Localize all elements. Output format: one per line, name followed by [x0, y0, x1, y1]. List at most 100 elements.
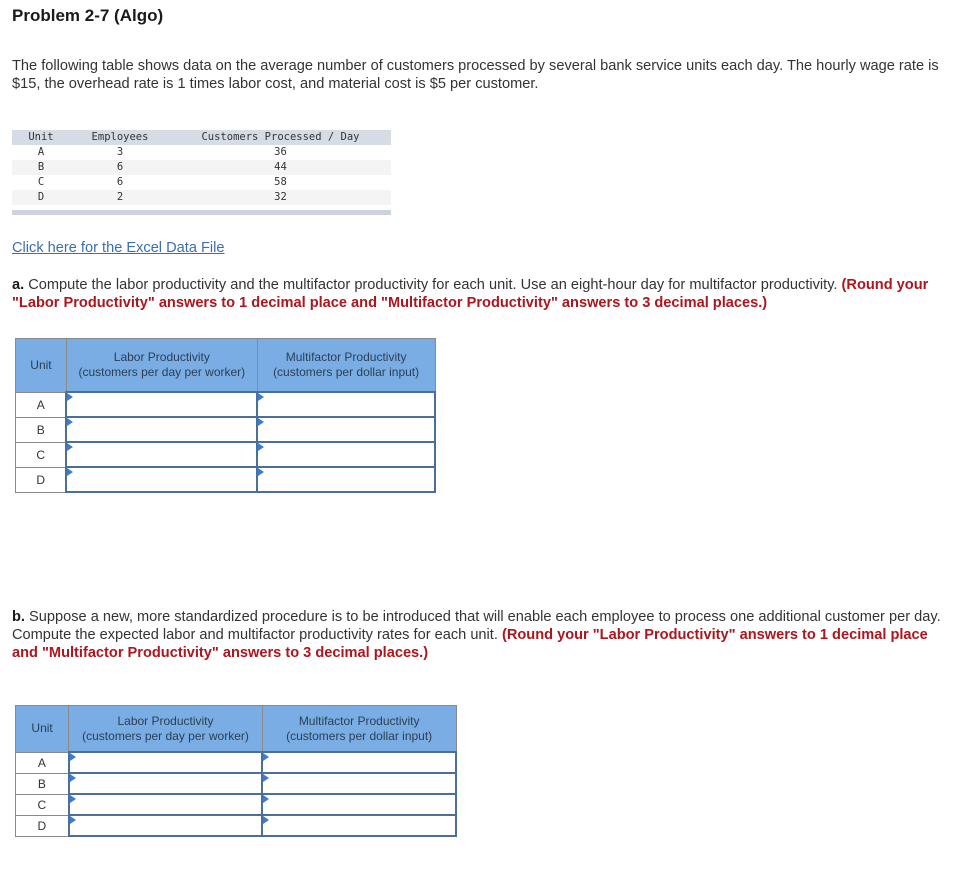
multifactor-productivity-cell[interactable]: [256, 416, 436, 443]
unit-value: C: [37, 176, 45, 188]
labor-productivity-cell[interactable]: [65, 416, 259, 443]
problem-intro: The following table shows data on the av…: [12, 58, 939, 92]
multifactor-productivity-input-c[interactable]: [258, 443, 434, 466]
multifactor-productivity-cell[interactable]: [256, 391, 436, 418]
input-flag-icon: [263, 774, 270, 782]
multifactor-productivity-input-d[interactable]: [258, 468, 434, 491]
multifactor-productivity-cell[interactable]: [261, 793, 457, 816]
input-flag-icon: [258, 393, 265, 401]
unit-label: D: [14, 814, 70, 837]
unit-value: A: [37, 146, 45, 158]
multifactor-productivity-cell[interactable]: [256, 466, 436, 493]
unit-label: B: [14, 772, 70, 795]
input-flag-icon: [67, 418, 74, 426]
customers-value: 58: [274, 176, 287, 188]
answer-row: C: [14, 793, 457, 816]
multifactor-productivity-cell[interactable]: [261, 751, 457, 774]
input-flag-icon: [67, 468, 74, 476]
labor-productivity-input-b[interactable]: [67, 418, 257, 441]
labor-productivity-input-d[interactable]: [67, 468, 257, 491]
answer-header-row: Unit Labor Productivity (customers per d…: [14, 705, 457, 753]
table-row: A 3 36: [12, 145, 391, 160]
multifactor-productivity-input-d[interactable]: [263, 816, 455, 835]
labor-productivity-input-c[interactable]: [69, 795, 262, 814]
multifactor-productivity-input-c[interactable]: [263, 795, 455, 814]
employees-value: 2: [116, 191, 124, 203]
data-table: Unit Employees Customers Processed / Day…: [12, 130, 391, 215]
input-flag-icon: [69, 795, 76, 803]
unit-label: C: [15, 441, 67, 468]
labor-productivity-input-b[interactable]: [69, 774, 262, 793]
employees-value: 3: [116, 146, 124, 158]
labor-productivity-input-d[interactable]: [69, 816, 262, 835]
labor-productivity-cell[interactable]: [65, 441, 259, 468]
answer-row: C: [15, 441, 436, 468]
part-a-answer-table: Unit Labor Productivity (customers per d…: [15, 338, 436, 493]
table-footer-bar: [12, 210, 391, 215]
header-multi-title: Multifactor Productivity: [285, 350, 407, 364]
unit-label: A: [15, 391, 67, 418]
unit-value: D: [37, 191, 45, 203]
table-row: D 2 32: [12, 190, 391, 205]
footer-bar-cell: [12, 210, 391, 215]
part-b-question: b. Suppose a new, more standardized proc…: [12, 608, 942, 662]
employees-value: 6: [116, 176, 124, 188]
multifactor-productivity-input-a[interactable]: [258, 393, 434, 416]
unit-label: A: [14, 751, 70, 774]
labor-productivity-cell[interactable]: [65, 391, 259, 418]
header-unit: Unit: [14, 705, 70, 753]
header-labor-title: Labor Productivity: [117, 713, 214, 728]
input-flag-icon: [263, 753, 270, 761]
input-flag-icon: [263, 795, 270, 803]
data-table-header-row: Unit Employees Customers Processed / Day: [12, 130, 391, 145]
header-employees: Employees: [91, 131, 149, 143]
multifactor-productivity-input-b[interactable]: [263, 774, 455, 793]
input-flag-icon: [258, 468, 265, 476]
part-b-label: b.: [12, 609, 25, 625]
header-multifactor-productivity: Multifactor Productivity (customers per …: [256, 338, 436, 393]
answer-row: B: [14, 772, 457, 795]
multifactor-productivity-cell[interactable]: [261, 772, 457, 795]
part-b-answer-table: Unit Labor Productivity (customers per d…: [14, 705, 457, 837]
header-multi-units: (customers per dollar input): [273, 365, 420, 379]
input-flag-icon: [67, 443, 74, 451]
header-labor-units: (customers per day per worker): [82, 728, 249, 743]
answer-row: D: [14, 814, 457, 837]
unit-value: B: [37, 161, 45, 173]
input-flag-icon: [69, 774, 76, 782]
multifactor-productivity-input-a[interactable]: [263, 753, 455, 772]
input-flag-icon: [67, 393, 74, 401]
header-unit: Unit: [28, 131, 54, 143]
answer-row: A: [15, 391, 436, 418]
answer-header-row: Unit Labor Productivity (customers per d…: [15, 338, 436, 393]
labor-productivity-cell[interactable]: [67, 772, 264, 795]
labor-productivity-cell[interactable]: [67, 793, 264, 816]
answer-row: B: [15, 416, 436, 443]
header-labor-units: (customers per day per worker): [78, 365, 246, 379]
input-flag-icon: [69, 753, 76, 761]
excel-data-file-link[interactable]: Click here for the Excel Data File: [12, 240, 225, 256]
table-row: B 6 44: [12, 160, 391, 175]
part-a-question: a. Compute the labor productivity and th…: [12, 276, 942, 312]
multifactor-productivity-cell[interactable]: [261, 814, 457, 837]
header-labor-productivity: Labor Productivity (customers per day pe…: [65, 338, 258, 393]
header-multi-title: Multifactor Productivity: [298, 713, 420, 728]
header-labor-title: Labor Productivity: [113, 350, 210, 364]
input-flag-icon: [258, 418, 265, 426]
customers-value: 36: [274, 146, 287, 158]
labor-productivity-cell[interactable]: [67, 751, 264, 774]
labor-productivity-input-a[interactable]: [69, 753, 262, 772]
unit-label: C: [14, 793, 70, 816]
table-row: C 6 58: [12, 175, 391, 190]
labor-productivity-input-a[interactable]: [67, 393, 257, 416]
multifactor-productivity-cell[interactable]: [256, 441, 436, 468]
page-title: Problem 2-7 (Algo): [12, 6, 164, 25]
header-multi-units: (customers per dollar input): [286, 728, 433, 743]
part-a-label: a.: [12, 277, 25, 293]
labor-productivity-cell[interactable]: [65, 466, 259, 493]
labor-productivity-cell[interactable]: [67, 814, 264, 837]
part-a-text: Compute the labor productivity and the m…: [24, 277, 842, 293]
multifactor-productivity-input-b[interactable]: [258, 418, 434, 441]
labor-productivity-input-c[interactable]: [67, 443, 257, 466]
input-flag-icon: [258, 443, 265, 451]
